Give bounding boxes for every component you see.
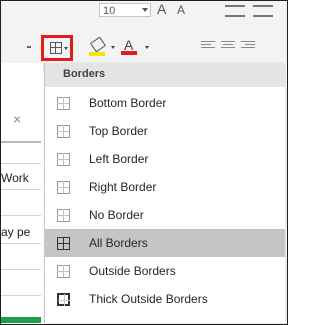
row-divider — [1, 269, 41, 270]
font-color-swatch — [121, 51, 137, 55]
chevron-down-icon[interactable] — [111, 46, 115, 49]
row-divider — [1, 295, 41, 296]
menu-header: Borders — [45, 63, 285, 87]
menu-item-label: Outside Borders — [89, 264, 176, 278]
column-header-divider — [1, 141, 41, 143]
menu-item-label: No Border — [89, 208, 144, 222]
menu-item-label: Right Border — [89, 180, 157, 194]
menu-item-outside-borders[interactable]: Outside Borders — [45, 257, 285, 285]
align-left-icon[interactable] — [201, 41, 215, 51]
menu-item-label: Left Border — [89, 152, 149, 166]
font-size-dropdown[interactable]: 10 — [99, 3, 151, 17]
all-borders-icon — [50, 42, 62, 54]
font-color-button[interactable]: A — [121, 37, 139, 57]
outside-borders-icon — [57, 265, 70, 278]
bottom-border-icon — [57, 97, 70, 110]
grow-font-button[interactable]: A — [157, 1, 166, 17]
menu-item-no-border[interactable]: No Border — [45, 201, 285, 229]
borders-button[interactable] — [41, 35, 73, 61]
paint-bucket-icon — [89, 36, 107, 53]
no-border-icon — [57, 209, 70, 222]
worksheet-area: × Work ay pe — [1, 63, 41, 323]
right-border-icon — [57, 181, 70, 194]
font-size-value: 10 — [103, 5, 116, 17]
row-divider — [1, 215, 41, 216]
thick-outside-borders-icon — [57, 293, 70, 306]
row-divider — [1, 189, 41, 190]
menu-item-label: Top Border — [89, 124, 148, 138]
menu-header-label: Borders — [63, 68, 106, 80]
menu-item-right-border[interactable]: Right Border — [45, 173, 285, 201]
menu-item-bottom-border[interactable]: Bottom Border — [45, 89, 285, 117]
row-divider — [1, 163, 41, 164]
menu-item-thick-outside-borders[interactable]: Thick Outside Borders — [45, 285, 285, 313]
menu-item-left-border[interactable]: Left Border — [45, 145, 285, 173]
menu-item-top-border[interactable]: Top Border — [45, 117, 285, 145]
row-divider — [1, 243, 41, 244]
all-borders-icon — [57, 237, 70, 250]
borders-menu: Borders Bottom Border Top Border Left Bo… — [44, 63, 285, 323]
align-middle-icon[interactable] — [253, 5, 273, 17]
cell-text[interactable]: ay pe — [1, 225, 30, 239]
menu-item-all-borders[interactable]: All Borders — [45, 229, 285, 257]
close-icon[interactable]: × — [13, 111, 21, 127]
shrink-font-button[interactable]: A — [177, 3, 185, 17]
left-border-icon — [57, 153, 70, 166]
chevron-down-icon — [142, 8, 148, 12]
ribbon: 10 A A A F — [1, 1, 287, 74]
dropdown-dash-icon — [27, 46, 31, 48]
align-center-icon[interactable] — [221, 41, 235, 51]
fill-color-swatch — [89, 52, 105, 56]
selection-indicator — [1, 317, 41, 323]
align-top-icon[interactable] — [225, 5, 245, 17]
fill-color-button[interactable] — [89, 36, 107, 57]
align-right-icon[interactable] — [241, 41, 255, 51]
menu-item-label: Bottom Border — [89, 96, 167, 110]
cell-text[interactable]: Work — [1, 171, 29, 185]
menu-item-label: Thick Outside Borders — [89, 292, 208, 306]
chevron-down-icon[interactable] — [145, 46, 149, 49]
top-border-icon — [57, 125, 70, 138]
chevron-down-icon — [64, 47, 68, 50]
menu-item-label: All Borders — [89, 236, 148, 250]
